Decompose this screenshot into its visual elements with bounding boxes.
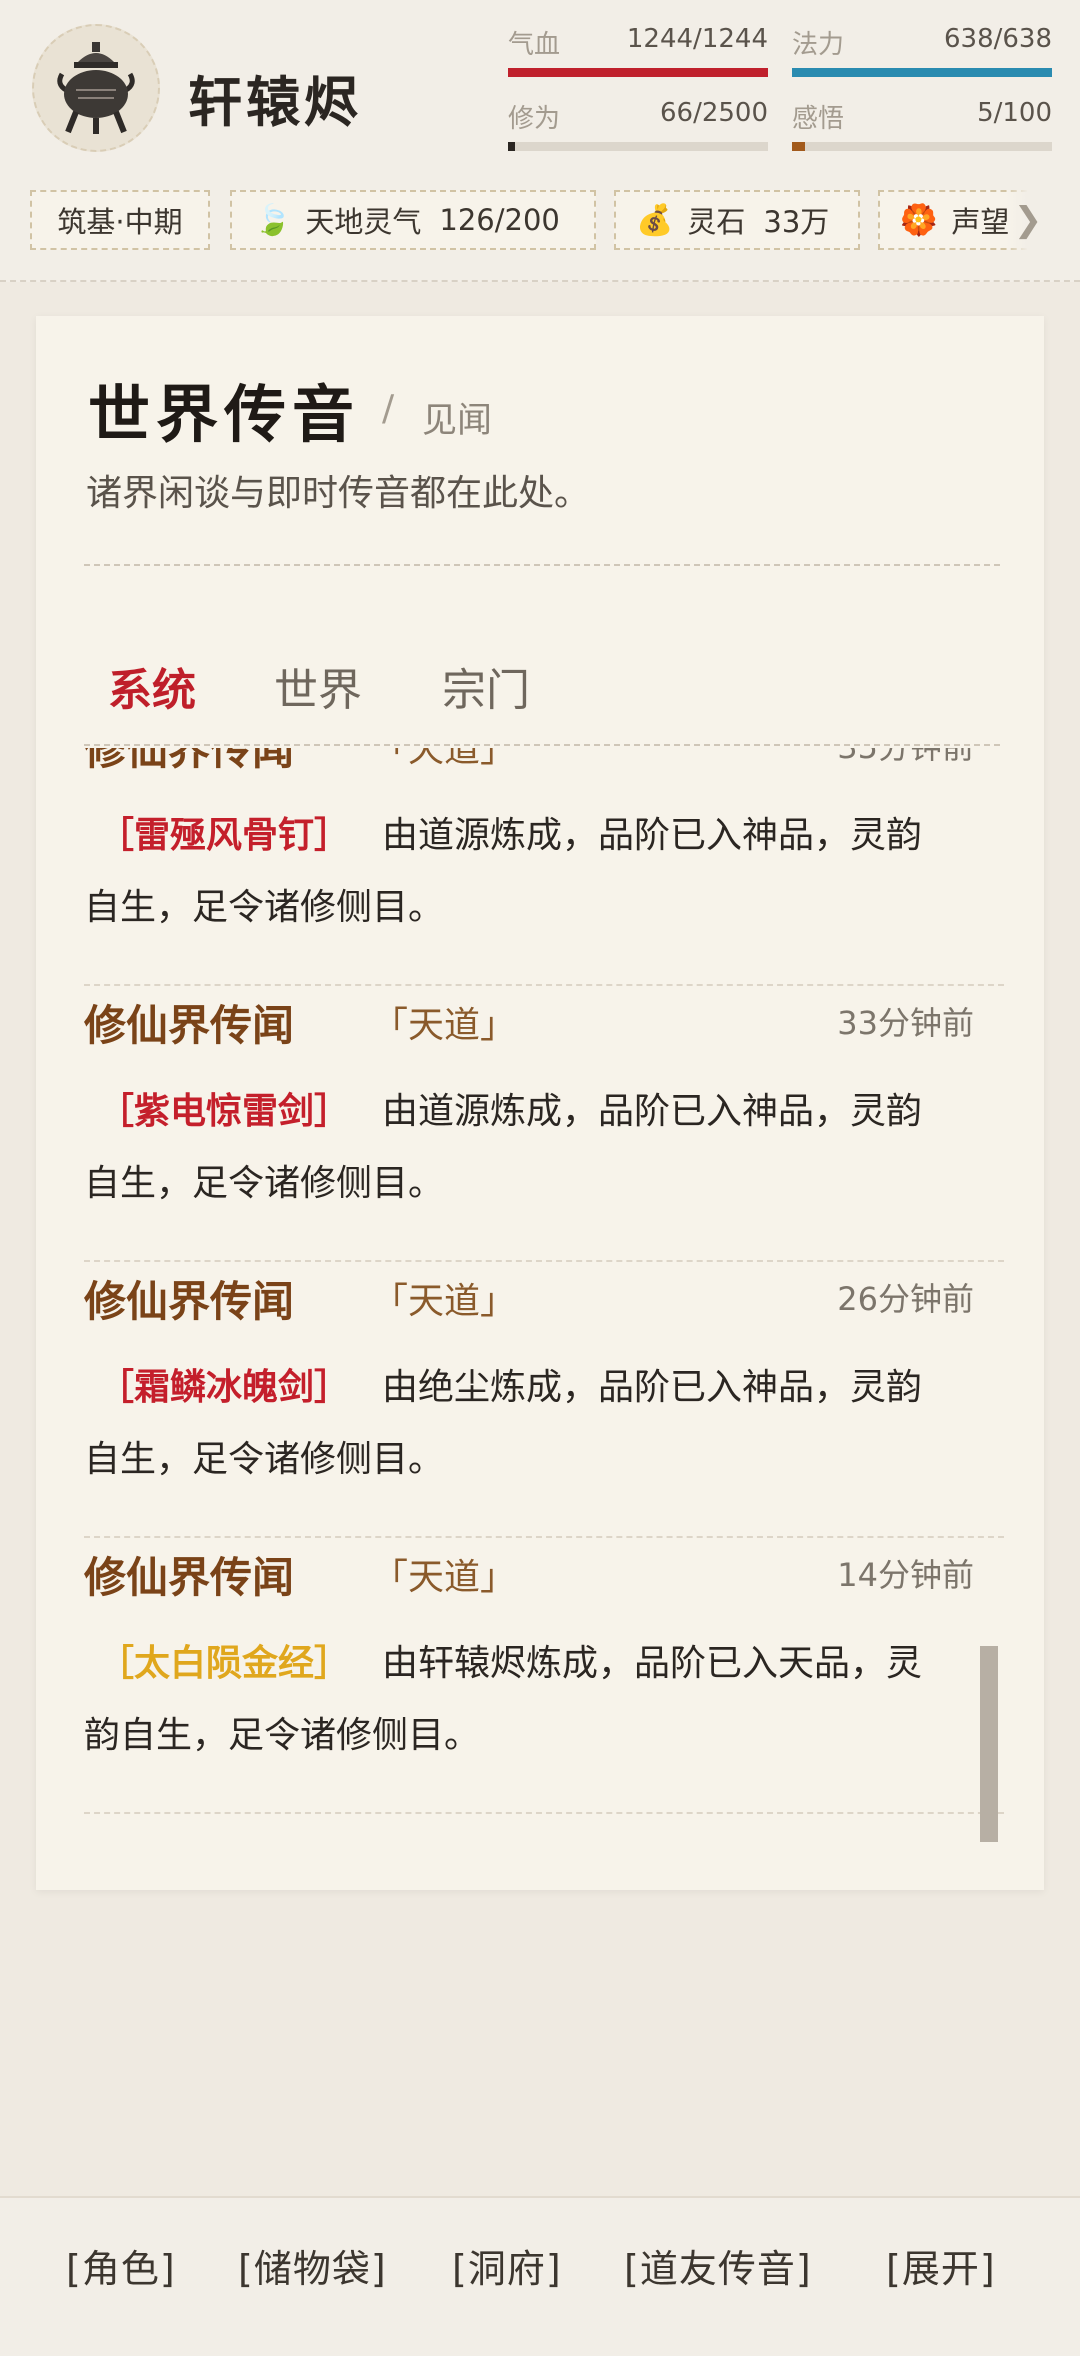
- nav-cave-dwelling[interactable]: [洞府]: [452, 2238, 562, 2293]
- spirit-energy-value: 126/200: [439, 203, 560, 237]
- insight-bar-fill: [792, 142, 805, 151]
- hp-stat: 气血 1244/1244: [508, 24, 768, 84]
- item-link[interactable]: ［太白陨金经］: [98, 1643, 350, 1684]
- message-tag: 「天道」: [372, 1005, 517, 1046]
- tab-sect[interactable]: 宗门: [442, 654, 530, 718]
- hp-value: 1244/1244: [626, 24, 768, 54]
- hp-bar-fill: [508, 68, 768, 77]
- realm-chip[interactable]: 筑基·中期: [30, 190, 210, 250]
- message-tag: 「天道」: [372, 748, 517, 770]
- message-item: 修仙界传闻 「天道」 33分钟前 ［紫电惊雷剑］ 由道源炼成，品阶已入神品，灵韵自…: [84, 984, 1004, 1262]
- scrollbar-thumb[interactable]: [980, 1646, 998, 1842]
- spirit-stone-label: 灵石: [687, 205, 746, 239]
- message-item: 修仙界传闻 「天道」 26分钟前 ［霜鳞冰魄剑］ 由绝尘炼成，品阶已入神品，灵韵自…: [84, 1260, 1004, 1538]
- nav-character[interactable]: [角色]: [66, 2238, 176, 2293]
- title-separator: /: [382, 388, 395, 429]
- avatar[interactable]: [32, 24, 160, 152]
- spirit-energy-label: 天地灵气: [305, 205, 422, 239]
- message-source: 修仙界传闻: [84, 1553, 295, 1602]
- cultivation-stat: 修为 66/2500: [508, 98, 768, 158]
- mana-value: 638/638: [943, 24, 1052, 54]
- mana-bar: [792, 68, 1052, 77]
- message-source: 修仙界传闻: [84, 748, 295, 774]
- bottom-nav: [角色] [储物袋] [洞府] [道友传音] [展开]: [0, 2196, 1080, 2356]
- message-item: 修仙界传闻 「天道」 35分钟前 ［雷殛风骨钉］由道源炼成，品阶已入神品，灵韵自…: [84, 748, 1004, 986]
- header-divider: [0, 280, 1080, 282]
- message-tag: 「天道」: [372, 1557, 517, 1598]
- realm-label: 筑基·中期: [57, 205, 183, 239]
- insight-label: 感悟: [792, 104, 845, 134]
- cultivation-label: 修为: [508, 104, 561, 134]
- nav-friend-messages[interactable]: [道友传音]: [624, 2238, 812, 2293]
- spirit-stone-chip[interactable]: 💰 灵石 33万: [614, 190, 860, 250]
- message-time: 26分钟前: [837, 1280, 974, 1318]
- flower-icon: 🏵️: [900, 202, 938, 238]
- spirit-energy-chip[interactable]: 🍃 天地灵气 126/200: [230, 190, 596, 250]
- leaf-icon: 🍃: [254, 202, 292, 238]
- message-source: 修仙界传闻: [84, 1001, 295, 1050]
- world-broadcast-card: 世界传音 / 见闻 诸界闲谈与即时传音都在此处。 系统 世界 宗门 修仙界传闻 …: [36, 316, 1044, 1890]
- hp-bar: [508, 68, 768, 77]
- message-body: ［紫电惊雷剑］ 由道源炼成，品阶已入神品，灵韵自生，足令诸修侧目。: [84, 1076, 924, 1220]
- money-bag-icon: 💰: [636, 202, 674, 238]
- tab-system[interactable]: 系统: [108, 654, 196, 718]
- chevron-right-icon[interactable]: ❯: [1006, 190, 1050, 250]
- incense-burner-icon: [57, 42, 135, 134]
- item-link[interactable]: ［雷殛风骨钉］: [98, 815, 350, 856]
- message-body: ［太白陨金经］ 由轩辕烬炼成，品阶已入天品，灵韵自生，足令诸修侧目。: [84, 1628, 924, 1772]
- nav-storage-bag[interactable]: [储物袋]: [238, 2238, 387, 2293]
- mana-stat: 法力 638/638: [792, 24, 1052, 84]
- message-body: ［霜鳞冰魄剑］ 由绝尘炼成，品阶已入神品，灵韵自生，足令诸修侧目。: [84, 1352, 924, 1496]
- nav-expand[interactable]: [展开]: [886, 2238, 996, 2293]
- message-item: 修仙界传闻 「天道」 14分钟前 ［太白陨金经］ 由轩辕烬炼成，品阶已入天品，灵韵…: [84, 1536, 1004, 1814]
- message-source: 修仙界传闻: [84, 1277, 295, 1326]
- insight-bar: [792, 142, 1052, 151]
- message-list[interactable]: 修仙界传闻 「天道」 35分钟前 ［雷殛风骨钉］由道源炼成，品阶已入神品，灵韵自…: [84, 748, 1004, 1848]
- cultivation-bar-fill: [508, 142, 515, 151]
- status-header: 轩辕烬 气血 1244/1244 法力 638/638 修为 66/2500 感…: [0, 0, 1080, 282]
- card-title: 世界传音: [88, 378, 361, 451]
- hp-label: 气血: [508, 30, 561, 60]
- message-tag: 「天道」: [372, 1281, 517, 1322]
- tab-world[interactable]: 世界: [274, 654, 362, 718]
- cultivation-value: 66/2500: [659, 98, 768, 128]
- mana-label: 法力: [792, 30, 845, 60]
- resource-chip-row[interactable]: 筑基·中期 🍃 天地灵气 126/200 💰 灵石 33万 🏵️ 声望: [30, 190, 1050, 254]
- reputation-label: 声望: [951, 205, 1010, 239]
- card-description: 诸界闲谈与即时传音都在此处。: [86, 473, 591, 514]
- message-body: ［雷殛风骨钉］ 由道源炼成，品阶已入神品，灵韵自生，足令诸修侧目。: [84, 800, 924, 944]
- insight-value: 5/100: [977, 98, 1052, 128]
- item-link[interactable]: ［霜鳞冰魄剑］: [98, 1367, 350, 1408]
- item-link[interactable]: ［紫电惊雷剑］: [98, 1091, 350, 1132]
- spirit-stone-value: 33万: [763, 205, 830, 239]
- message-time: 35分钟前: [837, 748, 974, 768]
- message-time: 14分钟前: [837, 1556, 974, 1594]
- tabs-divider: [84, 744, 1000, 746]
- card-subtitle: 见闻: [422, 401, 493, 441]
- character-name: 轩辕烬: [188, 70, 362, 134]
- insight-stat: 感悟 5/100: [792, 98, 1052, 158]
- cultivation-bar: [508, 142, 768, 151]
- card-divider: [84, 564, 1000, 566]
- message-time: 33分钟前: [837, 1004, 974, 1042]
- mana-bar-fill: [792, 68, 1052, 77]
